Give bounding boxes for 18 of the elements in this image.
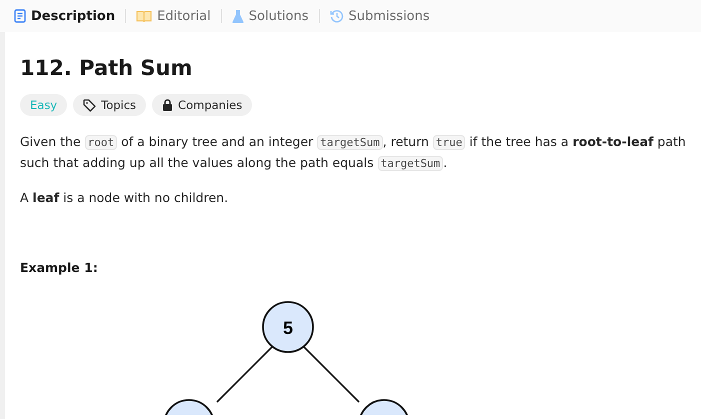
binary-tree-drawing: 5 — [154, 295, 554, 415]
tab[interactable]: Editorial — [134, 6, 213, 26]
topics-button[interactable]: Topics — [73, 94, 146, 116]
example-heading: Example 1: — [20, 260, 99, 275]
tab[interactable]: Description — [12, 6, 118, 26]
history-icon — [330, 9, 344, 23]
difficulty-badge: Easy — [20, 94, 68, 116]
tag-icon — [83, 98, 96, 112]
document-icon — [14, 9, 26, 23]
description-paragraph: A leaf is a node with no children. — [20, 189, 230, 207]
companies-button[interactable]: Companies — [152, 94, 252, 116]
flask-icon — [232, 8, 244, 24]
description-paragraph: Given the root of a binary tree and an integer targetSum , return true if the tree has a root-to-leaf path such that adding up all the values along the path equals targetSum . — [20, 133, 686, 173]
tab[interactable]: Solutions — [230, 6, 310, 26]
tab[interactable]: Submissions — [328, 6, 432, 26]
book-icon — [136, 10, 152, 22]
lock-icon — [162, 99, 174, 111]
problem-title: 112. Path Sum — [20, 56, 194, 80]
